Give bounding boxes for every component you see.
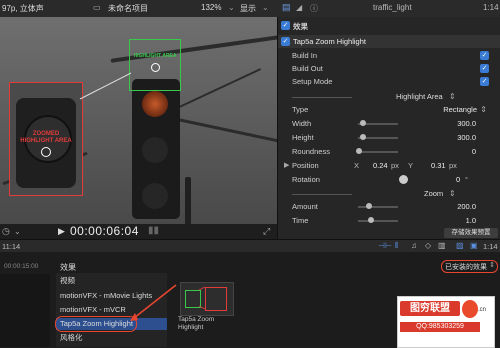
info-icon[interactable]: ⓘ bbox=[310, 3, 318, 14]
time-label: Time bbox=[292, 216, 309, 225]
browser-title: 效果 bbox=[60, 263, 76, 272]
rotation-label: Rotation bbox=[292, 175, 320, 184]
browser-icon[interactable]: ▨ bbox=[456, 241, 464, 250]
connector-line bbox=[79, 72, 132, 100]
effect-thumbnail[interactable] bbox=[180, 282, 234, 316]
fullscreen-icon[interactable]: ⤢ bbox=[263, 226, 270, 237]
snapping-icon[interactable]: ⫴ bbox=[395, 241, 398, 251]
effect-thumbnail-caption: Tap5a Zoom Highlight bbox=[178, 316, 215, 331]
zoom-group: Zoom ⇕ bbox=[278, 188, 500, 200]
chevron-updown-icon[interactable]: ⇕ bbox=[480, 105, 487, 114]
flame-icon bbox=[462, 300, 478, 318]
disclosure-triangle-icon[interactable]: ▶ bbox=[284, 161, 289, 169]
ruler-timecode: 00:00:15:00 bbox=[4, 263, 39, 270]
installed-effects-label: 已安装的效果 bbox=[445, 264, 487, 271]
time-slider[interactable] bbox=[358, 217, 398, 223]
build-out-label: Build Out bbox=[292, 64, 323, 73]
audio-icon[interactable]: ◢ bbox=[296, 3, 302, 12]
build-in-checkbox[interactable]: ✓ bbox=[480, 51, 489, 60]
format-label: 97p, 立体声 bbox=[2, 4, 44, 13]
position-x-label: X bbox=[354, 161, 360, 170]
play-icon[interactable]: ▶ bbox=[58, 226, 65, 237]
viewer-controls: ◷ ⌄ ▶ 00:00:06:04 ▮▮ ⤢ bbox=[0, 224, 277, 239]
zoom-level[interactable]: 132% bbox=[201, 3, 221, 12]
chevron-down-icon[interactable]: ⌄ bbox=[14, 227, 21, 236]
clip-appearance-icon[interactable]: ▥ bbox=[438, 241, 446, 250]
rotation-value[interactable]: 0 bbox=[456, 175, 460, 184]
effects-header: ✓ 效果 bbox=[278, 20, 500, 32]
amount-label: Amount bbox=[292, 202, 318, 211]
roundness-value[interactable]: 0 bbox=[472, 147, 476, 156]
project-name: 未命名项目 bbox=[108, 4, 148, 13]
annotation-arrow bbox=[130, 284, 177, 321]
position-y-unit: px bbox=[449, 161, 457, 170]
effects-enable-checkbox[interactable]: ✓ bbox=[281, 21, 290, 30]
watermark-suffix: .cn bbox=[478, 307, 487, 313]
viewer[interactable]: ZOOMED HIGHLIGHT AREA HIGHLIGHT AREA bbox=[0, 17, 277, 224]
clip-duration: 1:14 bbox=[483, 3, 499, 12]
timeline-track-area[interactable] bbox=[0, 274, 50, 347]
type-label: Type bbox=[292, 105, 309, 114]
position-x-value[interactable]: 0.24 bbox=[373, 161, 388, 170]
effects-browser: 00:00:15:00 效果 已安装的效果 ⇕ 视频 motionVFX - m… bbox=[0, 252, 500, 348]
chevron-updown-icon[interactable]: ⇕ bbox=[449, 189, 456, 198]
width-value[interactable]: 300.0 bbox=[457, 119, 476, 128]
annotation-circle bbox=[55, 316, 137, 332]
height-value[interactable]: 300.0 bbox=[457, 133, 476, 142]
highlight-area-group: Highlight Area ⇕ bbox=[278, 91, 500, 103]
headphones-icon[interactable]: ♫ bbox=[411, 241, 417, 250]
time-value[interactable]: 1.0 bbox=[466, 216, 476, 225]
width-slider[interactable] bbox=[358, 120, 398, 126]
watermark-qq: QQ:985303259 bbox=[400, 322, 480, 332]
chevron-updown-icon: ⇕ bbox=[489, 262, 495, 269]
position-y-label: Y bbox=[408, 161, 414, 170]
effects-browser-icon[interactable]: ▣ bbox=[470, 241, 478, 250]
pause-bar-icon: ▮▮ bbox=[148, 225, 160, 236]
position-x-unit: px bbox=[391, 161, 399, 170]
height-slider[interactable] bbox=[358, 134, 398, 140]
skimmer-icon[interactable]: ⊣⊢ bbox=[378, 241, 392, 250]
installed-effects-dropdown[interactable]: 已安装的效果 ⇕ bbox=[441, 260, 498, 273]
amount-slider[interactable] bbox=[358, 203, 398, 209]
top-toolbar: 97p, 立体声 ▭ 未命名项目 132% ⌄ 显示 ⌄ ▤ ◢ ⓘ traff… bbox=[0, 0, 500, 18]
film-icon[interactable]: ▤ bbox=[282, 2, 291, 13]
timeline-right-time: 1:14 bbox=[483, 242, 498, 251]
effect-name: Tap5a Zoom Highlight bbox=[293, 37, 366, 46]
height-label: Height bbox=[292, 133, 314, 142]
timecode: 00:00:06:04 bbox=[70, 224, 139, 238]
category-item[interactable]: 风格化 bbox=[56, 332, 167, 344]
effect-enable-checkbox[interactable]: ✓ bbox=[281, 37, 290, 46]
display-menu[interactable]: 显示 bbox=[240, 3, 256, 14]
project-icon: ▭ bbox=[93, 3, 101, 12]
solo-icon[interactable]: ◇ bbox=[425, 241, 431, 250]
inspector-panel: ✓ 效果 ✓ Tap5a Zoom Highlight Build In ✓ Bu… bbox=[277, 17, 500, 239]
rotation-dial[interactable] bbox=[399, 175, 408, 184]
chevron-down-icon[interactable]: ⌄ bbox=[262, 3, 269, 12]
save-preset-button[interactable]: 存储效果预置 bbox=[444, 228, 498, 238]
position-y-value[interactable]: 0.31 bbox=[431, 161, 446, 170]
width-label: Width bbox=[292, 119, 312, 128]
roundness-label: Roundness bbox=[292, 147, 330, 156]
effect-title-row: ✓ Tap5a Zoom Highlight bbox=[278, 35, 500, 48]
amount-value[interactable]: 200.0 bbox=[457, 202, 476, 211]
timeline-left-time: 11:14 bbox=[2, 242, 21, 251]
setup-mode-checkbox[interactable]: ✓ bbox=[480, 77, 489, 86]
rotation-unit: ° bbox=[465, 175, 468, 184]
chevron-updown-icon[interactable]: ⇕ bbox=[449, 92, 456, 101]
clip-name: traffic_light bbox=[373, 3, 412, 12]
roundness-slider[interactable] bbox=[356, 148, 398, 154]
watermark: 图穷联盟 .cn QQ:985303259 bbox=[397, 296, 495, 348]
speed-icon[interactable]: ◷ bbox=[2, 226, 10, 237]
zoom-group-label[interactable]: Zoom bbox=[424, 189, 443, 198]
chevron-down-icon[interactable]: ⌄ bbox=[228, 3, 235, 12]
highlight-area-group-label[interactable]: Highlight Area bbox=[396, 92, 443, 101]
section-title: 效果 bbox=[293, 22, 308, 31]
setup-mode-label: Setup Mode bbox=[292, 77, 333, 86]
watermark-brand: 图穷联盟 bbox=[400, 301, 460, 316]
type-select[interactable]: Rectangle bbox=[443, 105, 477, 114]
build-out-checkbox[interactable]: ✓ bbox=[480, 64, 489, 73]
position-label: Position bbox=[292, 161, 319, 170]
build-in-label: Build In bbox=[292, 51, 318, 60]
